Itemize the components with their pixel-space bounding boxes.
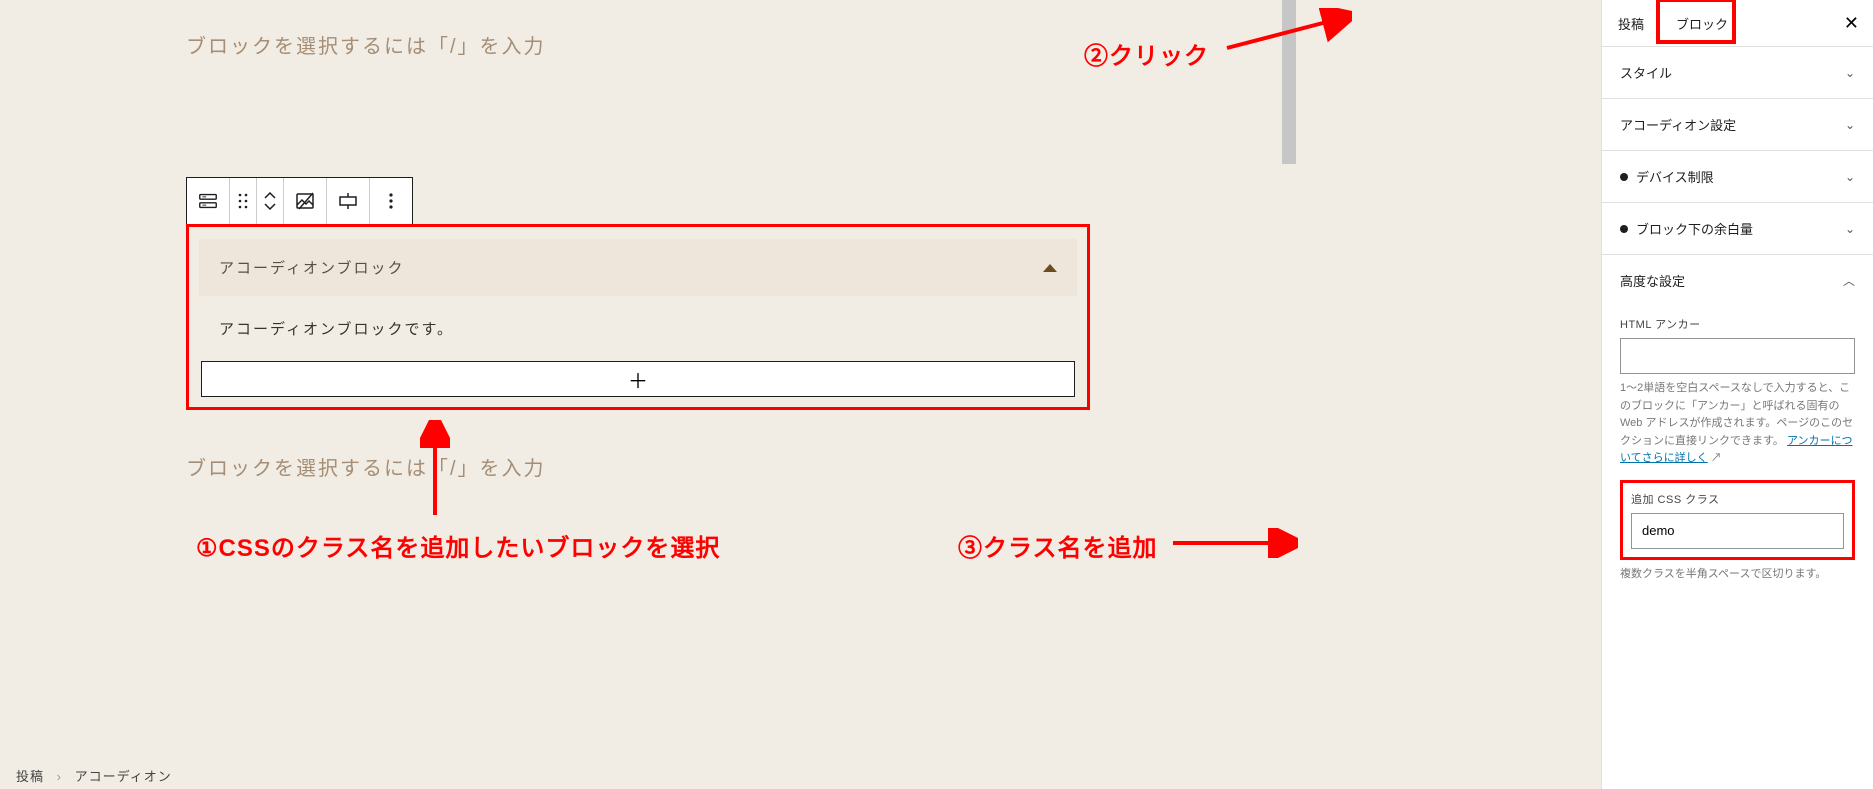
breadcrumb-current[interactable]: アコーディオン	[75, 769, 172, 784]
toolbar-move[interactable]	[257, 178, 284, 224]
image-icon	[294, 190, 316, 212]
chevron-down-icon: ⌄	[1845, 170, 1855, 184]
chevron-down-icon: ⌄	[1845, 118, 1855, 132]
toolbar-more-button[interactable]	[370, 178, 412, 224]
breadcrumb-sep: ›	[57, 769, 62, 784]
sidebar-tabs: 投稿 ブロック ✕	[1602, 0, 1873, 47]
panel-margin[interactable]: ブロック下の余白量 ⌄	[1602, 203, 1873, 255]
toolbar-align-button[interactable]	[327, 178, 370, 224]
accordion-body-text[interactable]: アコーディオンブロックです。	[199, 296, 1077, 361]
block-placeholder-bottom[interactable]: ブロックを選択するには「/」を入力	[186, 452, 1296, 481]
annotation-1: ①CSSのクラス名を追加したいブロックを選択	[196, 528, 720, 563]
accordion-title: アコーディオンブロック	[219, 257, 405, 278]
css-class-input[interactable]	[1631, 513, 1844, 549]
scrollbar[interactable]	[1282, 0, 1296, 789]
panel-margin-label: ブロック下の余白量	[1620, 219, 1753, 238]
tab-block[interactable]: ブロック	[1660, 0, 1744, 46]
chevron-down-icon: ⌄	[1845, 222, 1855, 236]
add-block-button[interactable]: ＋	[201, 361, 1075, 397]
accordion-block-selected[interactable]: アコーディオンブロック アコーディオンブロックです。 ＋	[186, 224, 1090, 410]
caret-up-icon	[1043, 264, 1057, 272]
chevron-up-down-icon	[263, 190, 277, 212]
panel-style[interactable]: スタイル ⌄	[1602, 47, 1873, 99]
panel-style-label: スタイル	[1620, 63, 1672, 82]
bullet-icon	[1620, 173, 1628, 181]
arrow-3	[1168, 528, 1298, 558]
css-class-highlight: 追加 CSS クラス	[1620, 480, 1855, 560]
drag-icon	[236, 190, 250, 212]
panel-device-label: デバイス制限	[1620, 167, 1714, 186]
chevron-up-icon: ︿	[1843, 272, 1855, 289]
panel-accordion-label: アコーディオン設定	[1620, 115, 1736, 134]
annotation-2: ②クリック	[1084, 36, 1209, 71]
bullet-icon	[1620, 225, 1628, 233]
panel-device[interactable]: デバイス制限 ⌄	[1602, 151, 1873, 203]
tab-post[interactable]: 投稿	[1602, 0, 1660, 46]
advanced-panel-body: HTML アンカー 1〜2単語を空白スペースなしで入力すると、このブロックに「ア…	[1602, 306, 1873, 602]
align-icon	[337, 190, 359, 212]
css-class-label: 追加 CSS クラス	[1631, 491, 1844, 507]
annotation-3: ③クラス名を追加	[958, 528, 1158, 563]
plus-icon: ＋	[628, 365, 648, 394]
accordion-block-icon	[197, 190, 219, 212]
block-toolbar	[186, 177, 413, 225]
toolbar-drag-handle[interactable]	[230, 178, 257, 224]
anchor-input[interactable]	[1620, 338, 1855, 374]
breadcrumb-root[interactable]: 投稿	[16, 769, 44, 784]
accordion-header[interactable]: アコーディオンブロック	[199, 239, 1077, 296]
breadcrumb: 投稿 › アコーディオン	[16, 766, 172, 785]
arrow-1	[420, 420, 450, 520]
toolbar-image-button[interactable]	[284, 178, 327, 224]
panel-advanced[interactable]: 高度な設定 ︿	[1602, 255, 1873, 306]
toolbar-block-type[interactable]	[187, 178, 230, 224]
chevron-down-icon: ⌄	[1845, 66, 1855, 80]
editor-canvas: ブロックを選択するには「/」を入力	[0, 0, 1296, 789]
anchor-help-text: 1〜2単語を空白スペースなしで入力すると、このブロックに「アンカー」と呼ばれる固…	[1620, 380, 1855, 468]
panel-advanced-label: 高度な設定	[1620, 271, 1685, 290]
css-class-help: 複数クラスを半角スペースで区切ります。	[1620, 566, 1855, 584]
more-vertical-icon	[380, 190, 402, 212]
close-sidebar-button[interactable]: ✕	[1844, 13, 1859, 34]
arrow-2	[1222, 8, 1352, 58]
anchor-field-label: HTML アンカー	[1620, 316, 1855, 332]
panel-accordion-settings[interactable]: アコーディオン設定 ⌄	[1602, 99, 1873, 151]
block-sidebar: 投稿 ブロック ✕ スタイル ⌄ アコーディオン設定 ⌄ デバイス制限 ⌄ ブロ…	[1601, 0, 1873, 789]
